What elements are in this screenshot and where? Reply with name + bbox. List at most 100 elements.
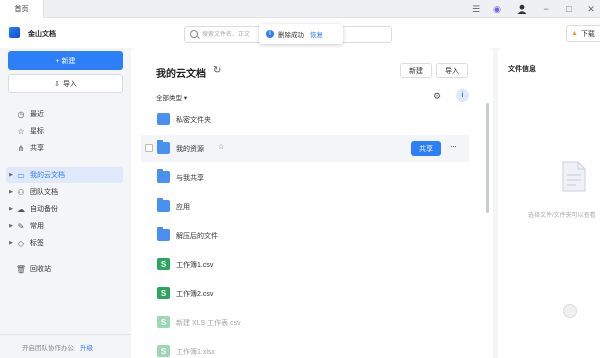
spreadsheet-icon: S bbox=[157, 258, 170, 270]
scrollbar[interactable] bbox=[486, 103, 489, 213]
avatar[interactable] bbox=[516, 3, 528, 15]
assistant-icon[interactable] bbox=[563, 304, 577, 318]
sidebar-item-shared[interactable]: ⋔ 共享 bbox=[6, 140, 123, 156]
sidebar-item-my-docs[interactable]: ▶ ▭ 我的云文档 bbox=[6, 167, 123, 183]
backup-icon: ☁ bbox=[17, 204, 25, 214]
new-file-button[interactable]: 新建 bbox=[400, 63, 432, 78]
sidebar-item-auto-backup[interactable]: ▶ ☁ 自动备份 bbox=[6, 201, 123, 217]
download-button[interactable]: ▲ 下载 bbox=[566, 25, 600, 42]
toast-notification: i 删除成功 恢复 bbox=[259, 24, 343, 44]
info-icon: i bbox=[266, 30, 274, 38]
file-name: 我的资源 bbox=[176, 146, 204, 153]
page-title: 我的云文档 bbox=[156, 69, 206, 80]
sidebar-item-frequent[interactable]: ▶ ✎ 常用 bbox=[6, 218, 123, 234]
chat-icon[interactable]: ◉ bbox=[491, 3, 503, 15]
sidebar-item-tags[interactable]: ▶ ◇ 标签 bbox=[6, 235, 123, 251]
expand-arrow-icon[interactable]: ▶ bbox=[6, 172, 16, 178]
menu-icon[interactable]: ☰ bbox=[470, 3, 482, 15]
sidebar-item-label: 自动备份 bbox=[30, 206, 58, 213]
download-button-label: 下载 bbox=[580, 30, 595, 38]
type-filter-label: 全部类型 bbox=[156, 95, 182, 102]
sidebar: + 新建 ⇩ 导入 ◷ 最近 ☆ 星标 ⋔ 共享 ▶ ▭ 我的云文档 ▶ ⚇ 团队文… bbox=[0, 48, 131, 358]
new-button[interactable]: + 新建 bbox=[8, 51, 123, 70]
spreadsheet-icon: S bbox=[157, 316, 170, 328]
share-icon: ⋔ bbox=[17, 143, 25, 153]
undo-link[interactable]: 恢复 bbox=[310, 29, 323, 39]
app-header: 金山文档 i 删除成功 恢复 ▲ 下载 bbox=[0, 18, 600, 48]
title-bar: 首页 ☰ ◉ − □ ✕ bbox=[0, 0, 600, 18]
sidebar-item-label: 我的云文档 bbox=[30, 172, 65, 179]
clock-icon: ◷ bbox=[17, 109, 25, 119]
import-button[interactable]: ⇩ 导入 bbox=[8, 74, 123, 93]
minimize-icon[interactable]: − bbox=[540, 3, 552, 15]
expand-arrow-icon[interactable]: ▶ bbox=[6, 189, 16, 195]
file-name: 新建 XLS 工作表.csv bbox=[176, 320, 241, 327]
file-row[interactable]: S 新建 XLS 工作表.csv bbox=[141, 309, 469, 336]
tag-icon: ◇ bbox=[17, 238, 25, 248]
import-label: 导入 bbox=[62, 80, 77, 88]
spreadsheet-icon: S bbox=[157, 345, 170, 357]
file-name: 应用 bbox=[176, 204, 190, 211]
gear-icon[interactable]: ⚙ bbox=[433, 91, 441, 102]
app-name: 金山文档 bbox=[28, 31, 56, 38]
file-row[interactable]: 我的资源 ☆ 共享 ··· bbox=[141, 135, 469, 162]
private-folder-icon bbox=[157, 113, 170, 125]
folder-icon bbox=[157, 140, 170, 154]
refresh-icon[interactable]: ↻ bbox=[213, 65, 221, 76]
download-icon: ▲ bbox=[571, 30, 578, 37]
sidebar-item-label: 常用 bbox=[30, 223, 44, 230]
sidebar-item-trash[interactable]: 🗑 回收站 bbox=[6, 261, 123, 277]
import-icon: ⇩ bbox=[54, 80, 60, 88]
share-button[interactable]: 共享 bbox=[411, 141, 441, 156]
expand-arrow-icon[interactable]: ▶ bbox=[6, 206, 16, 212]
sidebar-item-recent[interactable]: ◷ 最近 bbox=[6, 106, 123, 122]
sidebar-item-label: 星标 bbox=[30, 128, 44, 135]
file-row[interactable]: S 工作簿1.xlsx bbox=[141, 338, 469, 358]
star-icon: ☆ bbox=[17, 126, 25, 136]
file-list-panel: 我的云文档 ↻ 新建 导入 全部类型 ▾ ⚙ i 私密文件夹 我的资源 ☆ 共享… bbox=[131, 48, 493, 358]
team-icon: ⚇ bbox=[17, 187, 25, 197]
sidebar-item-label: 团队文档 bbox=[30, 189, 58, 196]
file-row[interactable]: 与我共享 bbox=[141, 164, 469, 191]
tab-home[interactable]: 首页 bbox=[0, 0, 44, 18]
star-outline-icon[interactable]: ☆ bbox=[218, 143, 224, 151]
file-name: 与我共享 bbox=[176, 175, 204, 182]
spreadsheet-icon: S bbox=[157, 287, 170, 299]
folder-icon bbox=[157, 198, 170, 212]
app-logo-icon bbox=[9, 27, 20, 38]
pin-icon: ✎ bbox=[17, 221, 25, 231]
sidebar-item-label: 共享 bbox=[30, 145, 44, 152]
info-toggle-icon[interactable]: i bbox=[456, 89, 469, 102]
file-row[interactable]: S 工作簿2.csv bbox=[141, 280, 469, 307]
toast-message: 删除成功 bbox=[278, 32, 304, 39]
folder-icon bbox=[157, 169, 170, 183]
sidebar-item-starred[interactable]: ☆ 星标 bbox=[6, 123, 123, 139]
file-name: 解压后的文件 bbox=[176, 233, 218, 240]
file-info-panel: 文件信息 选择文件/文件夹可以查看 bbox=[498, 48, 600, 358]
folder-icon bbox=[157, 227, 170, 241]
upgrade-link[interactable]: 升级 bbox=[80, 342, 93, 352]
import-file-button[interactable]: 导入 bbox=[436, 63, 468, 78]
empty-state-text: 选择文件/文件夹可以查看 bbox=[528, 213, 596, 219]
chevron-down-icon: ▾ bbox=[183, 95, 188, 102]
file-row[interactable]: 应用 bbox=[141, 193, 469, 220]
expand-arrow-icon[interactable]: ▶ bbox=[6, 223, 16, 229]
maximize-icon[interactable]: □ bbox=[563, 3, 575, 15]
file-name: 工作簿1.xlsx bbox=[176, 349, 215, 356]
more-options-icon[interactable]: ··· bbox=[450, 141, 457, 151]
file-name: 工作簿1.csv bbox=[176, 262, 214, 269]
empty-document-icon bbox=[560, 160, 588, 194]
expand-arrow-icon[interactable]: ▶ bbox=[6, 240, 16, 246]
sidebar-item-team-docs[interactable]: ▶ ⚇ 团队文档 bbox=[6, 184, 123, 200]
sidebar-item-label: 回收站 bbox=[30, 266, 51, 273]
file-name: 私密文件夹 bbox=[176, 117, 211, 124]
sidebar-item-label: 标签 bbox=[30, 240, 44, 247]
type-filter-dropdown[interactable]: 全部类型 ▾ bbox=[156, 92, 187, 102]
file-row[interactable]: 私密文件夹 bbox=[141, 106, 469, 133]
sidebar-footer: 开启团队协作办公 升级 bbox=[0, 334, 131, 358]
file-row[interactable]: S 工作簿1.csv bbox=[141, 251, 469, 278]
close-icon[interactable]: ✕ bbox=[585, 3, 597, 15]
file-row[interactable]: 解压后的文件 bbox=[141, 222, 469, 249]
file-name: 工作簿2.csv bbox=[176, 291, 214, 298]
row-checkbox[interactable] bbox=[145, 144, 153, 152]
